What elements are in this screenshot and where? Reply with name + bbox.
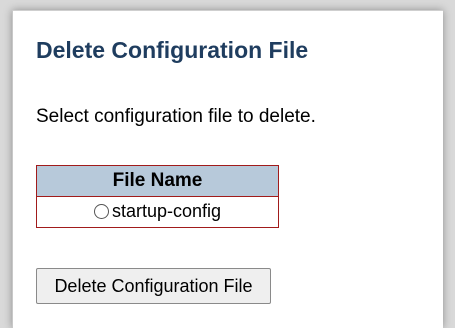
delete-configuration-file-button[interactable]: Delete Configuration File bbox=[36, 268, 271, 304]
file-name-header: File Name bbox=[36, 165, 279, 197]
content-panel: Delete Configuration File Select configu… bbox=[12, 10, 443, 328]
file-selector[interactable]: startup-config bbox=[93, 200, 222, 222]
radio-button-icon[interactable] bbox=[93, 203, 109, 219]
file-table: File Name startup-config bbox=[36, 165, 279, 228]
file-name-cell[interactable]: startup-config bbox=[37, 197, 279, 228]
table-row[interactable]: startup-config bbox=[37, 197, 279, 228]
page-title: Delete Configuration File bbox=[36, 37, 309, 63]
file-name-label: startup-config bbox=[111, 200, 222, 221]
instruction-text: Select configuration file to delete. bbox=[36, 106, 316, 127]
table-header-row: File Name bbox=[36, 165, 279, 197]
